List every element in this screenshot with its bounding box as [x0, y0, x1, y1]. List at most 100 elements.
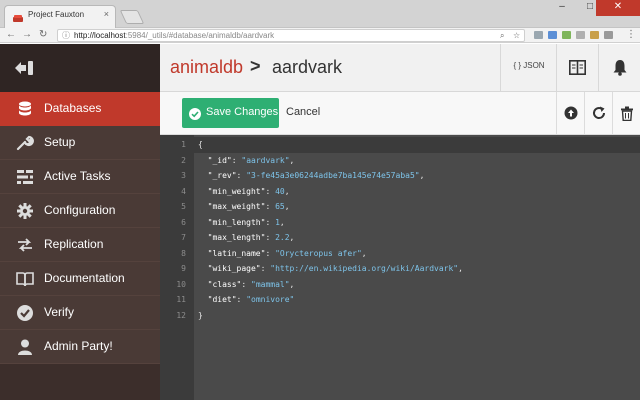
sidebar-item-verify[interactable]: Verify — [0, 296, 160, 330]
replication-icon — [16, 236, 34, 254]
sidebar-header — [0, 44, 160, 92]
json-value: "http://en.wikipedia.org/wiki/Aardvark" — [270, 264, 459, 273]
json-value: "aardvark" — [241, 155, 290, 165]
sidebar-item-setup[interactable]: Setup — [0, 126, 160, 160]
collapse-sidebar-icon[interactable] — [14, 60, 34, 76]
clone-button[interactable] — [584, 92, 612, 135]
delete-button[interactable] — [612, 92, 640, 135]
json-comma: , — [361, 248, 367, 258]
refresh-icon — [593, 106, 606, 119]
url-host: http://localhost — [74, 31, 126, 40]
tab-close-icon[interactable]: × — [104, 9, 109, 19]
document-action-bar: Save Changes Cancel — [160, 92, 640, 135]
extension-icon[interactable] — [534, 31, 543, 39]
user-icon — [16, 338, 34, 356]
line-number: 6 — [181, 217, 186, 227]
sidebar-item-admin-party[interactable]: Admin Party! — [0, 330, 160, 364]
code-line: 8 "latin_name": "Orycteropus afer", — [160, 246, 640, 262]
sidebar-item-label: Documentation — [44, 271, 125, 285]
code-line: 3 "_rev": "3-fe45a3e06244adbe7ba145e74e5… — [160, 168, 640, 184]
cancel-button[interactable]: Cancel — [286, 106, 320, 118]
code-line: 5 "max_weight": 65, — [160, 199, 640, 215]
code-line: 1 { — [160, 137, 640, 153]
sidebar-item-configuration[interactable]: Configuration — [0, 194, 160, 228]
breadcrumb-separator: > — [250, 56, 261, 76]
save-changes-label: Save Changes — [206, 106, 279, 118]
minimize-icon[interactable]: ‒ — [548, 0, 576, 16]
browser-menu-icon[interactable]: ⋮ — [626, 29, 636, 41]
back-icon[interactable]: ← — [6, 29, 16, 41]
bookmark-star-icon[interactable]: ☆ — [513, 30, 520, 42]
gear-icon — [16, 202, 34, 220]
documentation-button[interactable] — [556, 44, 598, 92]
extension-icon[interactable] — [548, 31, 557, 39]
json-key: "max_length" — [207, 233, 266, 242]
json-value: "3-fe45a3e06244adbe7ba145e74e57aba5" — [246, 171, 420, 180]
json-comma: , — [289, 233, 295, 242]
json-key: "min_length" — [207, 217, 266, 227]
line-number: 7 — [181, 233, 186, 242]
json-key: "latin_name" — [207, 248, 266, 258]
extension-icon[interactable] — [604, 31, 613, 39]
page-header: animaldb > aardvark { } JSON — [160, 44, 640, 92]
line-number: 11 — [176, 295, 186, 304]
extension-icon[interactable] — [590, 31, 599, 39]
forward-icon[interactable]: → — [22, 29, 32, 41]
sidebar-item-label: Admin Party! — [44, 339, 113, 353]
zoom-icon[interactable]: ⌕ — [500, 30, 504, 42]
save-changes-button[interactable]: Save Changes — [182, 98, 279, 128]
json-button[interactable]: { } JSON — [500, 44, 556, 92]
json-comma: , — [289, 155, 295, 165]
line-number: 4 — [181, 186, 186, 196]
code-line: 9 "wiki_page": "http://en.wikipedia.org/… — [160, 261, 640, 277]
address-bar[interactable]: ⓘ http://localhost:5984/_utils/#database… — [57, 29, 525, 42]
book-icon — [16, 270, 34, 288]
json-button-label: { } JSON — [513, 61, 545, 70]
code-line: 10 "class": "mammal", — [160, 277, 640, 293]
json-key: "max_weight" — [207, 202, 266, 211]
line-number: 12 — [176, 310, 186, 320]
extension-icon[interactable] — [562, 31, 571, 39]
json-comma: , — [284, 186, 290, 196]
json-key: "_id" — [207, 155, 232, 165]
bell-icon — [613, 59, 627, 81]
code-line: 4 "min_weight": 40, — [160, 184, 640, 200]
wrench-icon — [16, 134, 34, 152]
code-line: 2 "_id": "aardvark", — [160, 153, 640, 169]
json-value: 40 — [275, 186, 285, 196]
window-close-icon[interactable]: ✕ — [596, 0, 640, 16]
json-key: "_rev" — [207, 171, 237, 180]
couchdb-favicon-icon — [13, 11, 23, 22]
sidebar-item-label: Databases — [44, 101, 102, 115]
breadcrumb-database-link[interactable]: animaldb — [170, 57, 243, 78]
sidebar-item-label: Replication — [44, 237, 104, 251]
upload-button[interactable] — [556, 92, 584, 135]
browser-tab-title: Project Fauxton — [28, 10, 85, 19]
sidebar-item-databases[interactable]: Databases — [0, 92, 160, 126]
extension-icon[interactable] — [576, 31, 585, 39]
json-key: "class" — [207, 279, 242, 289]
json-key: "wiki_page" — [207, 264, 261, 273]
code-line: 7 "max_length": 2.2, — [160, 230, 640, 246]
line-number: 9 — [181, 264, 186, 273]
sidebar-item-replication[interactable]: Replication — [0, 228, 160, 262]
notifications-button[interactable] — [598, 44, 640, 92]
url-text: http://localhost:5984/_utils/#database/a… — [74, 31, 274, 41]
reload-icon[interactable]: ↻ — [39, 29, 47, 41]
browser-tab-strip: Project Fauxton × ‒ □ ✕ — [0, 0, 640, 28]
sidebar: Databases Setup Active Tasks Configurati… — [0, 44, 160, 400]
book-icon — [569, 60, 586, 80]
json-editor[interactable]: 1 { 2 "_id": "aardvark", 3 "_rev": "3-fe… — [160, 135, 640, 400]
browser-tab[interactable]: Project Fauxton × — [4, 5, 116, 28]
line-number: 3 — [181, 171, 186, 180]
json-comma: , — [284, 202, 290, 211]
sidebar-item-label: Active Tasks — [44, 169, 111, 183]
new-tab-button[interactable] — [119, 10, 145, 24]
code-text: { — [198, 140, 203, 149]
upload-icon — [564, 106, 578, 120]
line-number: 2 — [181, 155, 186, 165]
line-number: 8 — [181, 248, 186, 258]
sidebar-item-active-tasks[interactable]: Active Tasks — [0, 160, 160, 194]
json-value: "mammal" — [251, 279, 290, 289]
sidebar-item-documentation[interactable]: Documentation — [0, 262, 160, 296]
